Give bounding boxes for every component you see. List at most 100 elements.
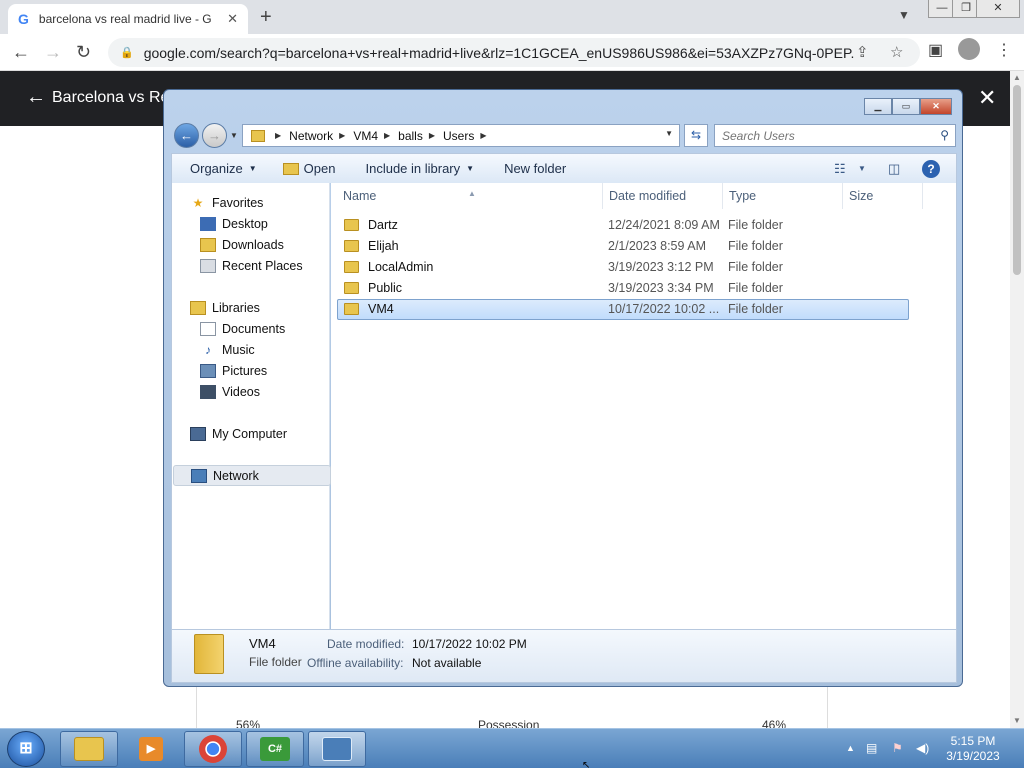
nav-documents-label: Documents: [222, 321, 286, 336]
details-pane: VM4 File folder Date modified: 10/17/202…: [171, 629, 957, 683]
breadcrumb-arrow-icon[interactable]: ▶: [275, 131, 281, 140]
column-header-date[interactable]: Date modified: [603, 183, 723, 209]
breadcrumb-balls[interactable]: balls: [398, 129, 423, 143]
folder-icon: [344, 303, 359, 315]
organize-button[interactable]: Organize ▼: [190, 161, 257, 176]
search-input[interactable]: [722, 128, 932, 143]
refresh-button[interactable]: ⇆: [684, 124, 708, 147]
page-scrollbar[interactable]: ▲ ▼: [1010, 71, 1024, 728]
bookmark-star-icon[interactable]: ☆: [890, 43, 903, 61]
column-header-size[interactable]: Size: [843, 183, 923, 209]
column-size-label: Size: [849, 189, 874, 203]
nav-libraries[interactable]: Libraries: [190, 297, 348, 318]
file-row[interactable]: LocalAdmin 3/19/2023 3:12 PM File folder: [337, 257, 909, 278]
open-button[interactable]: Open: [282, 161, 335, 176]
explorer-maximize-button[interactable]: ▭: [892, 98, 920, 115]
breadcrumb-arrow-icon[interactable]: ▶: [384, 131, 390, 140]
page-title: Barcelona vs Re: [52, 89, 170, 106]
breadcrumb-network[interactable]: Network: [289, 129, 333, 143]
breadcrumb-arrow-icon[interactable]: ▶: [480, 131, 486, 140]
tab-close-icon[interactable]: ✕: [227, 11, 238, 27]
lock-icon[interactable]: 🔒: [120, 46, 134, 59]
details-name: VM4: [249, 636, 276, 651]
breadcrumb-arrow-icon[interactable]: ▶: [429, 131, 435, 140]
folder-icon: [74, 737, 104, 761]
address-bar[interactable]: 🔒 google.com/search?q=barcelona+vs+real+…: [108, 38, 920, 67]
forward-button[interactable]: →: [202, 123, 227, 148]
taskbar-clock[interactable]: 5:15 PM 3/19/2023: [938, 734, 1008, 764]
address-dropdown-icon[interactable]: ▼: [665, 129, 673, 138]
network-icon: [191, 468, 207, 483]
computer-icon: [190, 426, 206, 441]
breadcrumb-vm4[interactable]: VM4: [353, 129, 378, 143]
taskbar-media-player[interactable]: ▶: [122, 731, 180, 767]
back-arrow-icon[interactable]: ←: [12, 42, 30, 63]
search-box[interactable]: ⚲: [714, 124, 956, 147]
file-row[interactable]: Dartz 12/24/2021 8:09 AM File folder: [337, 215, 909, 236]
breadcrumb-users[interactable]: Users: [443, 129, 474, 143]
profile-avatar[interactable]: [958, 38, 980, 60]
desktop-icon: [200, 216, 216, 231]
view-dropdown-icon[interactable]: ▼: [858, 164, 866, 173]
help-icon[interactable]: ?: [922, 160, 940, 178]
browser-tab[interactable]: G barcelona vs real madrid live - G ✕: [8, 4, 248, 34]
include-in-library-button[interactable]: Include in library ▼: [365, 161, 474, 176]
tray-volume-icon[interactable]: ◀): [916, 741, 929, 755]
nav-libraries-label: Libraries: [212, 300, 260, 315]
new-tab-button[interactable]: +: [260, 6, 272, 29]
forward-arrow-icon[interactable]: →: [44, 42, 62, 63]
nav-network[interactable]: Network: [173, 465, 331, 486]
file-row[interactable]: Public 3/19/2023 3:34 PM File folder: [337, 278, 909, 299]
explorer-close-button[interactable]: ✕: [920, 98, 952, 115]
nav-favorites[interactable]: ★ Favorites: [190, 192, 348, 213]
google-favicon-icon: G: [18, 11, 29, 27]
url-text[interactable]: google.com/search?q=barcelona+vs+real+ma…: [144, 45, 854, 61]
file-row[interactable]: Elijah 2/1/2023 8:59 AM File folder: [337, 236, 909, 257]
file-date: 12/24/2021 8:09 AM: [608, 218, 720, 232]
chrome-menu-icon[interactable]: ⋮: [996, 40, 1012, 60]
breadcrumb-arrow-icon[interactable]: ▶: [339, 131, 345, 140]
scroll-down-icon[interactable]: ▼: [1013, 716, 1021, 725]
side-panel-icon[interactable]: ▣: [928, 40, 943, 60]
preview-pane-icon[interactable]: ◫: [888, 161, 900, 177]
share-icon[interactable]: ⇪: [856, 43, 869, 61]
details-date-value: 10/17/2022 10:02 PM: [412, 637, 527, 651]
search-icon[interactable]: ⚲: [940, 128, 949, 142]
nav-computer-label: My Computer: [212, 426, 288, 441]
windows-taskbar: ⊞ ▶ C# ▲ ▤ ⚑ ◀) 5:15 PM 3/19/2023: [0, 728, 1024, 768]
tray-expand-icon[interactable]: ▲: [846, 743, 855, 753]
start-button[interactable]: ⊞: [7, 731, 45, 767]
back-arrow-icon[interactable]: ←: [26, 86, 46, 109]
address-breadcrumb[interactable]: ▶ Network ▶ VM4 ▶ balls ▶ Users ▶ ▼: [242, 124, 680, 147]
file-date: 3/19/2023 3:34 PM: [608, 281, 714, 295]
close-window-button[interactable]: ✕: [976, 0, 1020, 18]
file-row-selected[interactable]: VM4 10/17/2022 10:02 ... File folder: [337, 299, 909, 320]
sort-ascending-icon: ▲: [468, 189, 476, 198]
tab-search-chevron-icon[interactable]: ▼: [898, 8, 910, 22]
new-folder-button[interactable]: New folder: [504, 161, 566, 176]
file-type: File folder: [728, 281, 783, 295]
view-options-icon[interactable]: ☷: [834, 161, 846, 177]
scroll-up-icon[interactable]: ▲: [1013, 73, 1021, 82]
taskbar-network-app[interactable]: [308, 731, 366, 767]
tray-network-icon[interactable]: ▤: [866, 741, 877, 755]
file-name: LocalAdmin: [368, 260, 434, 274]
file-list-pane: Name ▲ Date modified Type Size Dartz 12/2…: [331, 183, 957, 629]
back-button[interactable]: ←: [174, 123, 199, 148]
reload-icon[interactable]: ↻: [76, 42, 91, 63]
folder-icon: [344, 261, 359, 273]
scrollbar-thumb[interactable]: [1013, 85, 1021, 275]
column-header-type[interactable]: Type: [723, 183, 843, 209]
column-header-name[interactable]: Name ▲: [337, 183, 603, 209]
taskbar-csharp[interactable]: C#: [246, 731, 304, 767]
music-note-icon: ♪: [205, 342, 211, 357]
tray-flag-icon[interactable]: ⚑: [892, 741, 903, 755]
recent-pages-chevron-icon[interactable]: ▼: [230, 131, 238, 140]
close-icon[interactable]: ✕: [978, 85, 996, 111]
file-type: File folder: [728, 302, 783, 316]
explorer-minimize-button[interactable]: ▁: [864, 98, 892, 115]
taskbar-chrome[interactable]: [184, 731, 242, 767]
taskbar-explorer[interactable]: [60, 731, 118, 767]
nav-my-computer[interactable]: My Computer: [190, 423, 348, 444]
mouse-cursor-icon: ↖: [582, 760, 591, 771]
